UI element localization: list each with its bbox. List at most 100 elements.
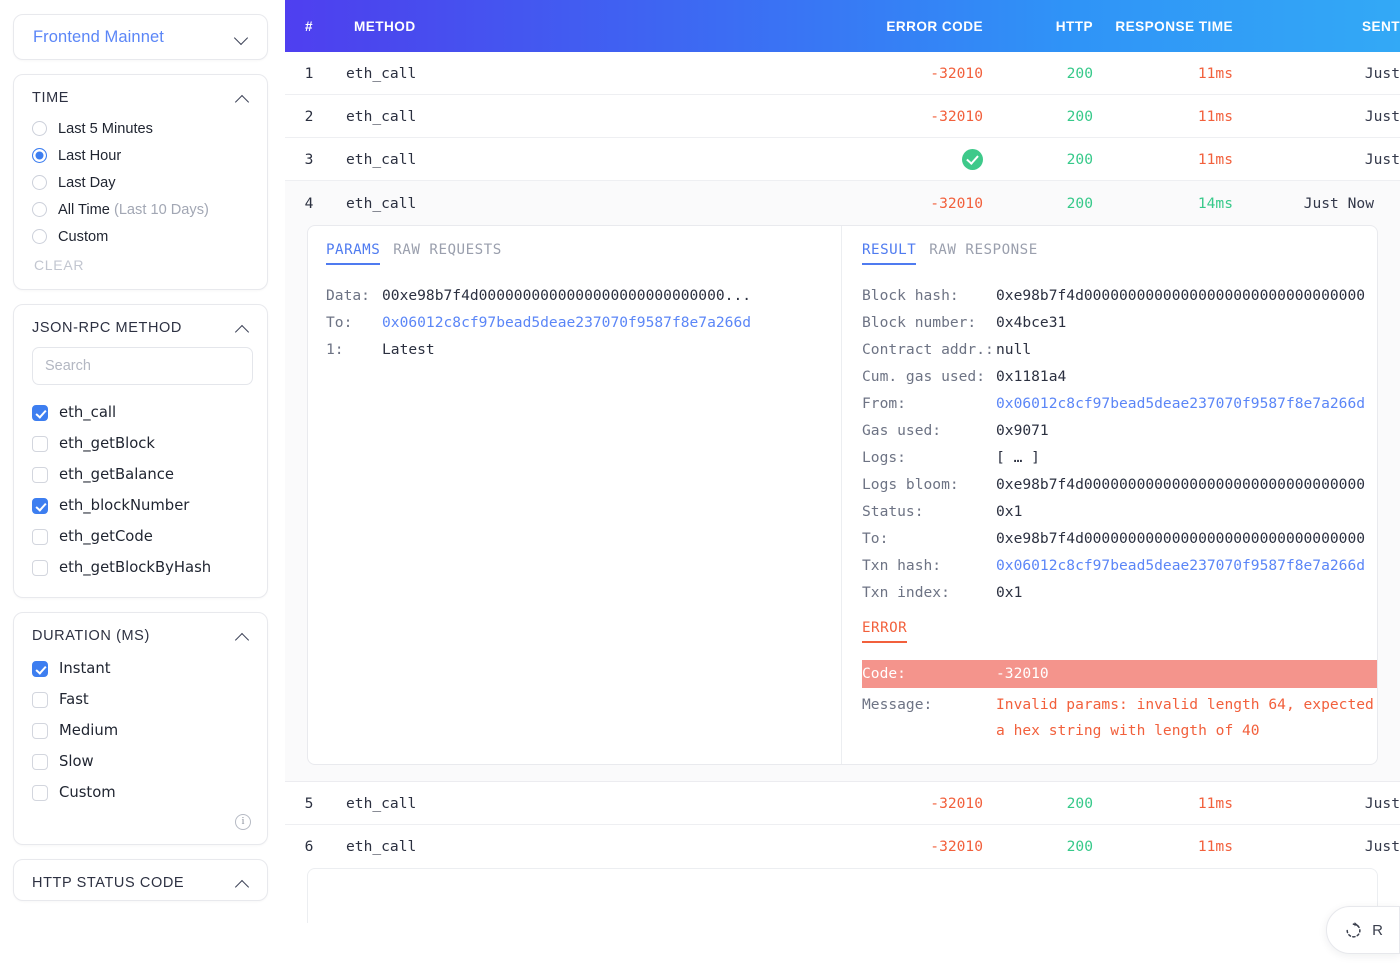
field-value: 0x9071 bbox=[996, 422, 1049, 439]
radio-icon bbox=[32, 175, 47, 190]
time-option-label: Last Day bbox=[58, 174, 116, 191]
method-option-label: eth_getBlock bbox=[59, 435, 155, 452]
table-row[interactable]: 1 eth_call -32010 200 11ms Just bbox=[285, 52, 1400, 95]
time-option-last-hour[interactable]: Last Hour bbox=[32, 142, 253, 169]
method-option-eth-getcode[interactable]: eth_getCode bbox=[32, 521, 253, 552]
method-option-label: eth_getBlockByHash bbox=[59, 559, 212, 576]
field-value: 0x1 bbox=[996, 584, 1023, 601]
duration-option-medium[interactable]: Medium bbox=[32, 715, 253, 746]
field-value: 0xe98b7f4d000000000000000000000000000000… bbox=[996, 287, 1366, 304]
tab-raw-response[interactable]: RAW RESPONSE bbox=[929, 242, 1038, 265]
field-value: [ … ] bbox=[996, 449, 1040, 466]
time-clear-button[interactable]: CLEAR bbox=[32, 250, 253, 275]
http-status-filter-card: HTTP STATUS CODE bbox=[13, 859, 268, 901]
duration-option-custom[interactable]: Custom bbox=[32, 777, 253, 808]
row-sent: Just bbox=[1364, 794, 1400, 812]
response-tabs: RESULT RAW RESPONSE bbox=[862, 242, 1377, 265]
table-row[interactable]: 2 eth_call -32010 200 11ms Just bbox=[285, 95, 1400, 138]
network-select[interactable]: Frontend Mainnet bbox=[13, 14, 268, 60]
field-key: From: bbox=[862, 395, 906, 412]
tab-result[interactable]: RESULT bbox=[862, 242, 917, 265]
time-option-label: Last 5 Minutes bbox=[58, 120, 153, 137]
duration-option-slow[interactable]: Slow bbox=[32, 746, 253, 777]
time-option-last-5-minutes[interactable]: Last 5 Minutes bbox=[32, 115, 253, 142]
method-option-eth-getbalance[interactable]: eth_getBalance bbox=[32, 459, 253, 490]
field-key: Txn index: bbox=[862, 584, 950, 601]
row-error-code: -32010 bbox=[930, 838, 983, 855]
row-method: eth_call bbox=[346, 194, 417, 212]
radio-icon-selected bbox=[32, 148, 47, 163]
field-value-link[interactable]: 0x06012c8cf97bead5deae237070f9587f8e7a26… bbox=[996, 552, 1365, 579]
field-value-link[interactable]: 0x06012c8cf97bead5deae237070f9587f8e7a26… bbox=[996, 390, 1365, 417]
method-option-eth-call[interactable]: eth_call bbox=[32, 397, 253, 428]
time-option-last-day[interactable]: Last Day bbox=[32, 169, 253, 196]
chevron-up-icon[interactable] bbox=[236, 91, 250, 105]
row-index: 2 bbox=[304, 107, 314, 125]
field-value: 0xe98b7f4d000000000000000000000000000000… bbox=[996, 530, 1366, 547]
method-filter-header[interactable]: JSON-RPC METHOD bbox=[14, 305, 267, 345]
tab-raw-requests[interactable]: RAW REQUESTS bbox=[393, 242, 502, 265]
field-key: Contract addr.: bbox=[862, 341, 994, 358]
column-header-error-code[interactable]: ERROR CODE bbox=[838, 19, 983, 34]
row-http: 200 bbox=[1066, 194, 1093, 212]
response-field: Status: 0x1 bbox=[862, 498, 1377, 525]
row-sent: Just bbox=[1364, 107, 1400, 125]
field-key: 1: bbox=[326, 341, 344, 358]
checkbox-icon bbox=[32, 691, 48, 708]
row-method: eth_call bbox=[346, 64, 417, 82]
chevron-down-icon bbox=[235, 30, 249, 44]
duration-option-fast[interactable]: Fast bbox=[32, 684, 253, 715]
method-option-eth-getblockbyhash[interactable]: eth_getBlockByHash bbox=[32, 552, 253, 583]
field-value: 0x4bce31 bbox=[996, 314, 1067, 331]
response-field: Block hash: 0xe98b7f4d0000000000000000000… bbox=[862, 282, 1377, 309]
time-option-custom[interactable]: Custom bbox=[32, 223, 253, 250]
error-block: ERROR Code: -32010 Message: Invalid para… bbox=[862, 620, 1377, 744]
chevron-up-icon[interactable] bbox=[236, 321, 250, 335]
column-header-response-time[interactable]: RESPONSE TIME bbox=[1093, 19, 1233, 34]
duration-option-label: Instant bbox=[59, 660, 111, 677]
table-row[interactable]: 6 eth_call -32010 200 11ms Just bbox=[285, 825, 1400, 868]
table-row[interactable]: 5 eth_call -32010 200 11ms Just bbox=[285, 782, 1400, 825]
refresh-button[interactable]: R bbox=[1326, 906, 1400, 954]
tab-error[interactable]: ERROR bbox=[862, 620, 908, 643]
field-key: Block number: bbox=[862, 314, 977, 331]
time-filter-card: TIME Last 5 Minutes Last Hour Last Day A… bbox=[13, 74, 268, 290]
method-search-input[interactable] bbox=[32, 347, 253, 385]
column-header-http[interactable]: HTTP bbox=[983, 19, 1093, 34]
refresh-icon bbox=[1346, 921, 1361, 938]
column-header-method[interactable]: METHOD bbox=[333, 19, 838, 34]
duration-filter-header[interactable]: DURATION (MS) bbox=[14, 613, 267, 653]
radio-icon bbox=[32, 202, 47, 217]
field-value: 0x1 bbox=[996, 503, 1023, 520]
tab-params[interactable]: PARAMS bbox=[326, 242, 381, 265]
chevron-up-icon[interactable] bbox=[236, 876, 250, 890]
response-field: Contract addr.: null bbox=[862, 336, 1377, 363]
error-message-value: Invalid params: invalid length 64, expec… bbox=[996, 696, 1374, 739]
request-tabs: PARAMS RAW REQUESTS bbox=[326, 242, 841, 265]
row-status bbox=[838, 148, 983, 170]
row-response-time: 14ms bbox=[1197, 194, 1233, 212]
checkbox-icon bbox=[32, 753, 48, 770]
method-option-eth-getblock[interactable]: eth_getBlock bbox=[32, 428, 253, 459]
row-index: 4 bbox=[304, 194, 314, 212]
field-key: Cum. gas used: bbox=[862, 368, 986, 385]
table-row[interactable]: 3 eth_call 200 11ms Just bbox=[285, 138, 1400, 181]
http-status-filter-header[interactable]: HTTP STATUS CODE bbox=[14, 860, 267, 900]
checkbox-icon-checked bbox=[32, 660, 48, 677]
expanded-row-summary[interactable]: 4 eth_call -32010 200 14ms Just Now bbox=[285, 181, 1400, 225]
chevron-up-icon[interactable] bbox=[236, 629, 250, 643]
row-sent: Just bbox=[1364, 150, 1400, 168]
time-option-label: Last Hour bbox=[58, 147, 122, 164]
radio-icon bbox=[32, 121, 47, 136]
field-value-link[interactable]: 0x06012c8cf97bead5deae237070f9587f8e7a26… bbox=[382, 309, 751, 336]
method-filter-title: JSON-RPC METHOD bbox=[32, 320, 182, 336]
method-option-label: eth_getCode bbox=[59, 528, 153, 545]
info-icon[interactable]: i bbox=[235, 814, 251, 830]
duration-option-instant[interactable]: Instant bbox=[32, 653, 253, 684]
time-option-all-time[interactable]: All Time (Last 10 Days) bbox=[32, 196, 253, 223]
time-filter-header[interactable]: TIME bbox=[14, 75, 267, 115]
column-header-sent[interactable]: SENT bbox=[1233, 19, 1400, 34]
method-option-eth-blocknumber[interactable]: eth_blockNumber bbox=[32, 490, 253, 521]
duration-option-label: Fast bbox=[59, 691, 89, 708]
column-header-index[interactable]: # bbox=[285, 19, 333, 34]
